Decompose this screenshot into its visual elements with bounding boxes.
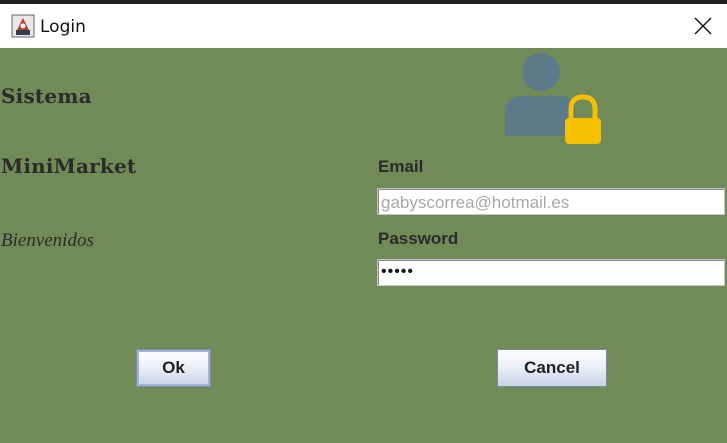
user-lock-icon xyxy=(505,53,601,144)
window-title: Login xyxy=(40,17,86,37)
close-icon[interactable] xyxy=(694,17,712,35)
java-app-icon xyxy=(11,14,35,38)
password-field[interactable]: ••••• xyxy=(377,259,725,286)
password-label: Password xyxy=(378,229,459,248)
cancel-button[interactable]: Cancel xyxy=(497,349,607,387)
email-label: Email xyxy=(378,157,424,176)
welcome-text: Bienvenidos xyxy=(1,230,94,251)
brand-line-2: MiniMarket xyxy=(1,154,137,178)
close-button[interactable] xyxy=(684,10,722,42)
ok-button[interactable]: Ok xyxy=(136,349,211,387)
title-bar: Login xyxy=(0,4,727,48)
email-field[interactable] xyxy=(377,188,725,215)
login-window: Login Sistema MiniMarket Bienvenidos Ema… xyxy=(0,4,727,443)
brand-line-1: Sistema xyxy=(1,84,92,108)
